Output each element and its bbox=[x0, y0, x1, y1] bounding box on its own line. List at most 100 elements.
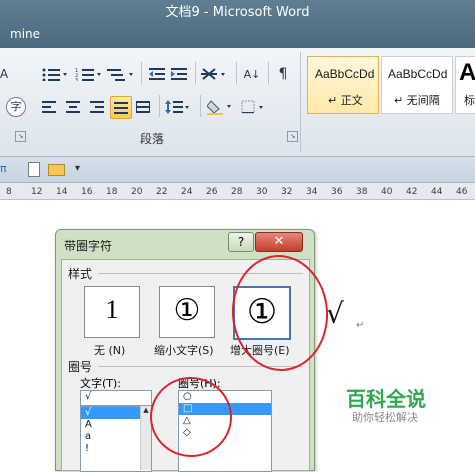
distributed-button[interactable] bbox=[134, 97, 152, 117]
qat-fragment-icon[interactable]: π bbox=[0, 162, 7, 175]
shading-button[interactable] bbox=[206, 97, 236, 117]
numbering-button[interactable]: 123 bbox=[74, 64, 104, 84]
style-normal-sample: AaBbCcDd bbox=[315, 67, 375, 81]
style-option-none-glyph: 1 bbox=[105, 295, 119, 324]
enclose-char-icon: 字 bbox=[10, 100, 22, 113]
ruler-tick-label: 44 bbox=[431, 187, 443, 197]
align-left-button[interactable] bbox=[40, 97, 58, 117]
style-heading-sample: A bbox=[459, 59, 475, 86]
ribbon-separator bbox=[159, 95, 160, 117]
line-spacing-icon bbox=[165, 100, 189, 114]
char-format-fragment-icon[interactable]: A bbox=[0, 64, 8, 84]
paragraph-dialog-launcher-icon[interactable]: ↘ bbox=[287, 131, 298, 142]
ruler-tick-label: 46 bbox=[456, 187, 468, 197]
numbering-icon: 123 bbox=[75, 68, 101, 81]
chinese-layout-button[interactable] bbox=[200, 64, 230, 84]
ribbon-separator bbox=[236, 62, 237, 84]
paint-bucket-icon bbox=[207, 100, 231, 115]
window-title: 文档9 - Microsoft Word bbox=[165, 5, 310, 20]
style-heading-name: 标 bbox=[464, 94, 475, 107]
style-no-spacing-sample: AaBbCcDd bbox=[388, 67, 448, 81]
justify-icon bbox=[114, 101, 128, 114]
ribbon-separator bbox=[195, 62, 196, 84]
ruler-tick-label: 8 bbox=[6, 187, 12, 197]
ribbon-separator bbox=[141, 62, 142, 84]
ruler-tick-label: 22 bbox=[156, 187, 168, 197]
line-spacing-button[interactable] bbox=[164, 97, 192, 117]
paragraph-group-label: 段落 bbox=[140, 132, 165, 146]
borders-icon bbox=[241, 100, 263, 114]
style-no-spacing-name: ↵ 无间隔 bbox=[394, 94, 440, 107]
ruler-tick-label: 14 bbox=[56, 187, 68, 197]
ruler-tick-label: 32 bbox=[281, 187, 293, 197]
open-folder-icon[interactable] bbox=[48, 164, 65, 176]
close-button[interactable]: ✕ bbox=[255, 232, 303, 252]
circle-section-label: 圈号 bbox=[68, 360, 93, 374]
multilevel-list-icon bbox=[107, 69, 133, 81]
ribbon-separator bbox=[200, 95, 201, 117]
ruler-tick-label: 30 bbox=[256, 187, 268, 197]
document-check-mark: √ bbox=[326, 297, 344, 330]
ribbon-separator bbox=[268, 62, 269, 84]
text-input-value: √ bbox=[85, 391, 92, 402]
ruler-tick-label: 24 bbox=[181, 187, 193, 197]
style-no-spacing[interactable]: AaBbCcDd ↵ 无间隔 bbox=[381, 56, 453, 114]
multilevel-list-button[interactable] bbox=[106, 64, 136, 84]
style-option-shrink[interactable]: ① bbox=[159, 286, 215, 338]
align-center-icon bbox=[66, 101, 80, 113]
justify-button[interactable] bbox=[110, 96, 132, 119]
ruler-tick-label: 36 bbox=[331, 187, 343, 197]
quick-access-toolbar bbox=[0, 157, 475, 183]
align-left-icon bbox=[42, 101, 56, 113]
customize-qat-icon[interactable]: ▾ bbox=[75, 163, 80, 174]
show-marks-button[interactable]: ¶ bbox=[274, 64, 292, 84]
align-right-button[interactable] bbox=[88, 97, 106, 117]
help-icon: ? bbox=[237, 235, 245, 249]
increase-indent-icon bbox=[171, 68, 187, 80]
new-document-icon[interactable] bbox=[28, 162, 40, 177]
ruler-tick-label: 18 bbox=[106, 187, 118, 197]
ruler-tick-label: 26 bbox=[206, 187, 218, 197]
increase-indent-button[interactable] bbox=[170, 64, 188, 84]
decrease-indent-button[interactable] bbox=[148, 64, 166, 84]
help-button[interactable]: ? bbox=[228, 232, 254, 252]
text-input[interactable]: √ bbox=[80, 390, 152, 406]
sort-button[interactable]: A↓ bbox=[242, 64, 262, 84]
ruler-tick-label: 16 bbox=[81, 187, 93, 197]
style-option-none-label: 无 (N) bbox=[94, 344, 126, 357]
distributed-icon bbox=[136, 101, 150, 113]
borders-button[interactable] bbox=[240, 97, 270, 117]
font-dialog-launcher-icon[interactable]: ↘ bbox=[15, 131, 26, 142]
style-option-shrink-glyph: ① bbox=[173, 293, 201, 328]
ribbon-group-separator bbox=[300, 52, 301, 152]
enclose-characters-button[interactable]: 字 bbox=[6, 97, 26, 117]
bullets-button[interactable] bbox=[40, 64, 70, 84]
ruler-tick-label: 40 bbox=[381, 187, 393, 197]
ruler-tick-label: 42 bbox=[406, 187, 418, 197]
sort-icon: A↓ bbox=[243, 67, 261, 81]
dialog-title: 带圈字符 bbox=[64, 239, 113, 253]
chinese-layout-icon bbox=[201, 68, 225, 80]
style-section-label: 样式 bbox=[68, 267, 93, 281]
style-option-none[interactable]: 1 bbox=[84, 286, 140, 338]
ruler-tick-label: 20 bbox=[131, 187, 143, 197]
text-label: 文字(T): bbox=[80, 377, 122, 390]
paragraph-mark: ↵ bbox=[356, 320, 365, 331]
style-normal-name: ↵ 正文 bbox=[328, 94, 363, 107]
align-right-icon bbox=[90, 101, 104, 113]
svg-text:3: 3 bbox=[75, 78, 78, 81]
tab-mine[interactable]: mine bbox=[10, 27, 40, 41]
style-option-shrink-label: 缩小文字(S) bbox=[154, 344, 214, 357]
ruler-tick-label: 34 bbox=[306, 187, 318, 197]
ruler-tick-label: 28 bbox=[231, 187, 243, 197]
decrease-indent-icon bbox=[149, 68, 165, 80]
style-heading[interactable]: A 标 bbox=[455, 56, 475, 114]
ruler-tick-label: 38 bbox=[356, 187, 368, 197]
style-normal[interactable]: AaBbCcDd ↵ 正文 bbox=[307, 56, 379, 114]
bullets-icon bbox=[42, 68, 67, 81]
watermark-subtitle: 助你轻松解决 bbox=[352, 411, 418, 424]
ruler-tick-label: 12 bbox=[31, 187, 43, 197]
align-center-button[interactable] bbox=[64, 97, 82, 117]
watermark-title: 百科全说 bbox=[346, 387, 426, 411]
pilcrow-icon: ¶ bbox=[278, 66, 288, 82]
